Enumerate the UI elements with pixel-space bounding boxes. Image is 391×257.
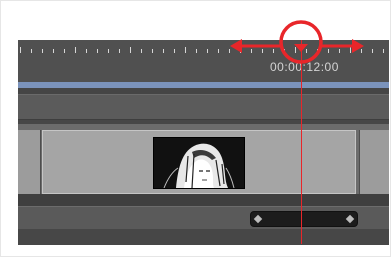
playhead-highlight-circle — [279, 20, 323, 64]
annotation-overlay — [230, 20, 364, 64]
playhead-handle-icon[interactable] — [294, 44, 308, 52]
